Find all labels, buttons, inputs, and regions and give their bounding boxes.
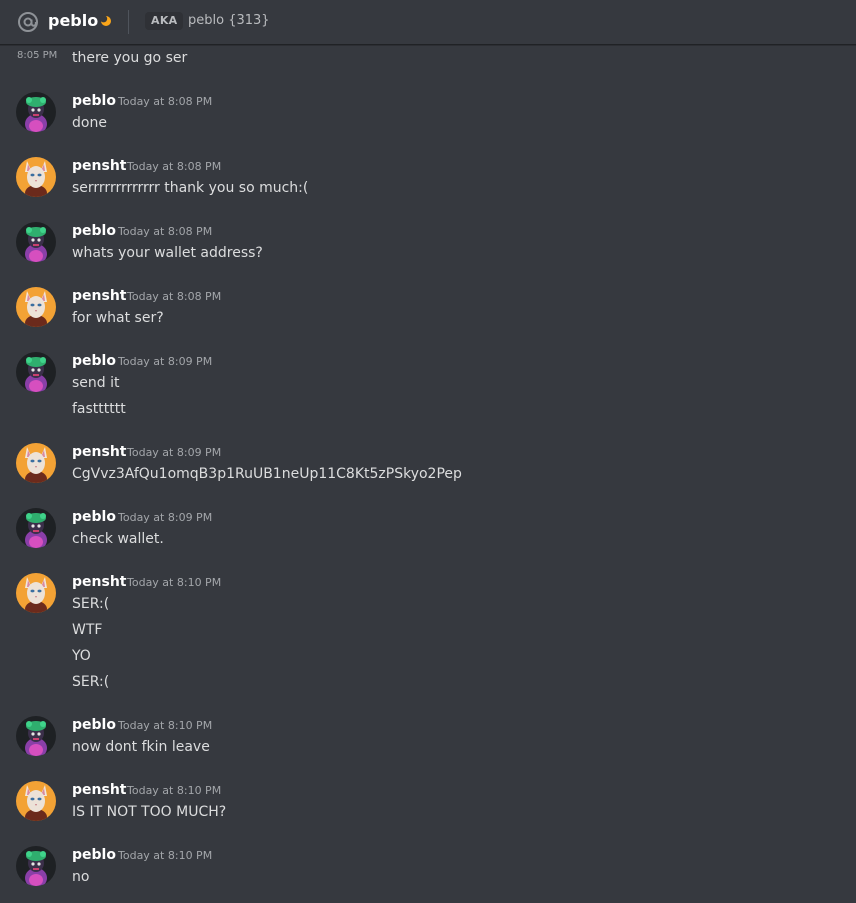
message-author[interactable]: peblo [72,716,116,734]
avatar[interactable] [16,352,56,392]
message-timestamp: Today at 8:08 PM [127,160,222,173]
message-group[interactable]: pensht Today at 8:08 PM for what ser? [0,283,856,343]
message-group[interactable]: peblo Today at 8:10 PM now dont fkin leave [0,712,856,772]
avatar[interactable] [16,287,56,327]
avatar[interactable] [16,716,56,756]
message-author[interactable]: peblo [72,352,116,370]
message-author[interactable]: peblo [72,846,116,864]
message-group[interactable]: peblo Today at 8:08 PM whats your wallet a… [0,218,856,278]
message-text: done [72,115,107,131]
message-text: serrrrrrrrrrrrr thank you so much:( [72,180,309,196]
message-group[interactable]: pensht Today at 8:10 PM IS IT NOT TOO MUCH… [0,777,856,837]
message-text: whats your wallet address? [72,245,263,261]
avatar[interactable] [16,573,56,613]
message-author[interactable]: pensht [72,287,126,305]
dm-header: peblo AKA peblo {313} [0,0,856,45]
message-author[interactable]: pensht [72,157,126,175]
avatar[interactable] [16,92,56,132]
message-text: CgVvz3AfQu1omqB3p1RuUB1neUp11C8Kt5zPSkyo… [72,466,462,482]
message-timestamp: Today at 8:08 PM [118,95,213,108]
at-mention-icon [18,12,38,32]
message-group[interactable]: pensht Today at 8:10 PM SER:( WTF YO SER:( [0,569,856,690]
message-group[interactable]: peblo Today at 8:10 PM no [0,842,856,902]
message-text: WTF [72,622,103,638]
message-text: fastttttt [72,401,126,417]
message-group[interactable]: peblo Today at 8:08 PM done [0,88,856,148]
avatar[interactable] [16,157,56,197]
message-timestamp: Today at 8:10 PM [118,719,213,732]
message-text: check wallet. [72,531,164,547]
message-author[interactable]: peblo [72,92,116,110]
message-text: there you go ser [72,50,188,66]
dm-recipient-name[interactable]: peblo [48,10,98,32]
avatar[interactable] [16,443,56,483]
message-timestamp: Today at 8:09 PM [118,511,213,524]
avatar[interactable] [16,508,56,548]
message-timestamp: Today at 8:09 PM [127,446,222,459]
message-timestamp: Today at 8:08 PM [127,290,222,303]
message-text: for what ser? [72,310,164,326]
message-text: no [72,869,90,885]
message-text: send it [72,375,120,391]
avatar[interactable] [16,222,56,262]
message-text: YO [72,648,91,664]
message-timestamp: Today at 8:10 PM [118,849,213,862]
message-group[interactable]: pensht Today at 8:08 PM serrrrrrrrrrrrr th… [0,153,856,213]
message-timestamp: Today at 8:10 PM [127,784,222,797]
message-author[interactable]: pensht [72,781,126,799]
message-author[interactable]: peblo [72,222,116,240]
avatar[interactable] [16,781,56,821]
message-text: IS IT NOT TOO MUCH? [72,804,227,820]
moon-idle-icon [100,15,111,26]
avatar[interactable] [16,846,56,886]
message-author[interactable]: pensht [72,443,126,461]
message-timestamp: Today at 8:08 PM [118,225,213,238]
message-author[interactable]: pensht [72,573,126,591]
message-text: now dont fkin leave [72,739,210,755]
message-text: SER:( [72,596,110,612]
message-text: SER:( [72,674,110,690]
aka-badge: AKA [145,12,184,30]
message-group[interactable]: pensht Today at 8:09 PM CgVvz3AfQu1omqB3p1… [0,439,856,499]
aka-nickname: peblo {313} [188,13,270,28]
message-author[interactable]: peblo [72,508,116,526]
message-timestamp: Today at 8:10 PM [127,576,222,589]
header-divider [128,10,129,34]
message-continuation[interactable]: 8:05 PM there you go ser [0,46,856,72]
message-timestamp: 8:05 PM [17,50,58,61]
message-group[interactable]: peblo Today at 8:09 PM check wallet. [0,504,856,564]
message-group[interactable]: peblo Today at 8:09 PM send it fastttttt [0,348,856,417]
message-timestamp: Today at 8:09 PM [118,355,213,368]
